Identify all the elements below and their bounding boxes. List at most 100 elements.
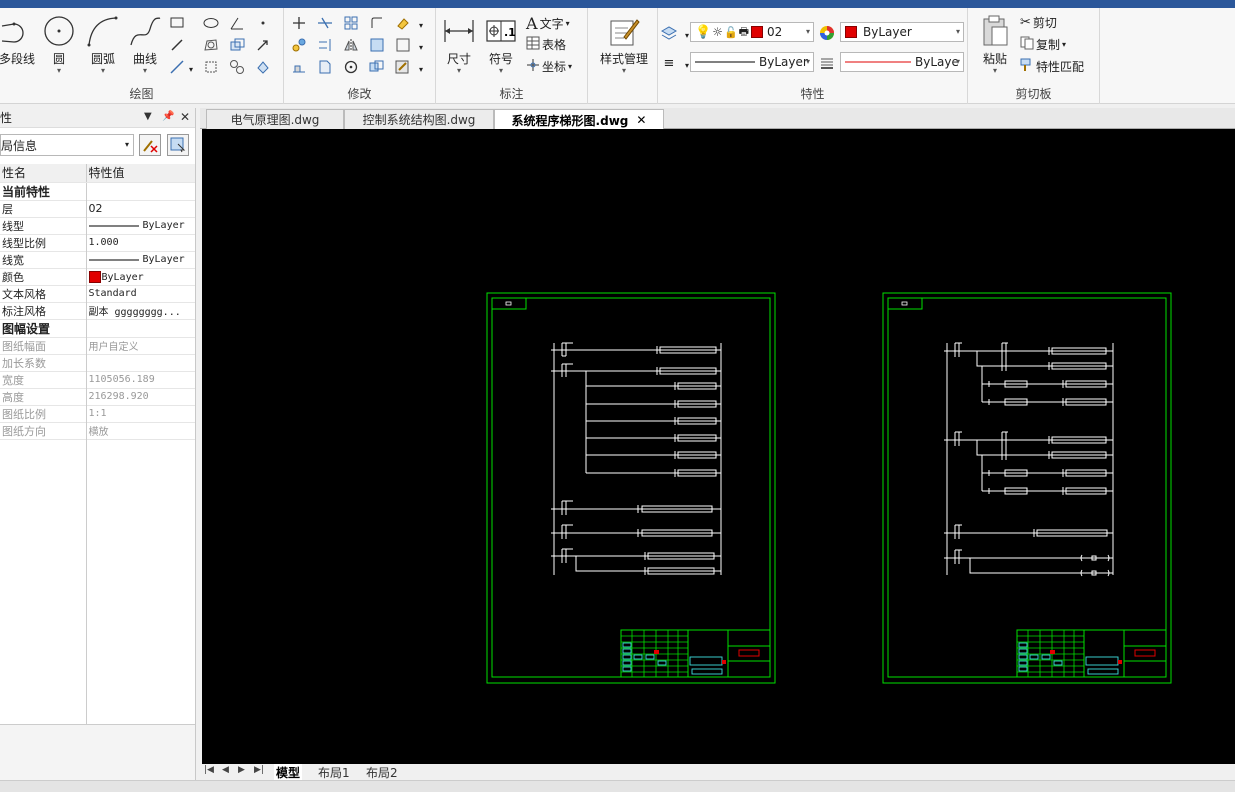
polyline-button[interactable]: 多段线 bbox=[0, 14, 40, 67]
color-combo[interactable]: ByLayer ▾ bbox=[840, 22, 964, 42]
chevron-down-icon[interactable]: ▾ bbox=[412, 60, 430, 78]
property-row[interactable]: 线型 ByLayer bbox=[0, 217, 195, 235]
move-icon[interactable] bbox=[290, 14, 308, 32]
curve-button[interactable]: 曲线 ▾ bbox=[122, 14, 168, 75]
property-row[interactable]: 层 02 bbox=[0, 200, 195, 218]
cut-button[interactable]: ✂ 剪切 bbox=[1020, 14, 1057, 31]
color-wheel-icon[interactable] bbox=[818, 24, 836, 42]
copy-object-icon[interactable] bbox=[290, 36, 308, 54]
dimension-button[interactable]: 尺寸 ▾ bbox=[436, 14, 482, 75]
angle-icon[interactable] bbox=[228, 14, 246, 32]
eraser-icon[interactable] bbox=[394, 14, 412, 32]
symbol-button[interactable]: .1 符号 ▾ bbox=[478, 14, 524, 75]
lineweight-combo[interactable]: ByLaye ▾ bbox=[840, 52, 964, 72]
property-value[interactable]: 1.000 bbox=[86, 234, 195, 252]
chevron-down-icon[interactable]: ▾ bbox=[478, 67, 524, 75]
property-value[interactable]: 02 bbox=[86, 200, 195, 218]
chevron-down-icon[interactable]: ▾ bbox=[412, 38, 430, 56]
point-icon[interactable] bbox=[254, 14, 272, 32]
property-value[interactable]: 副本 gggggggg... bbox=[86, 302, 195, 320]
property-row[interactable]: 线型比例 1.000 bbox=[0, 234, 195, 252]
circle-button[interactable]: 圆 ▾ bbox=[36, 14, 82, 75]
arc-button[interactable]: 圆弧 ▾ bbox=[80, 14, 126, 75]
hatch-icon[interactable] bbox=[202, 58, 220, 76]
chevron-down-icon[interactable]: ▾ bbox=[972, 67, 1018, 75]
explode-icon[interactable] bbox=[316, 58, 334, 76]
clear-selection-button[interactable] bbox=[139, 134, 161, 156]
property-row[interactable]: 文本风格 Standard bbox=[0, 285, 195, 303]
chevron-down-icon[interactable]: ▾ bbox=[80, 67, 126, 75]
copy-button[interactable]: 复制 ▾ bbox=[1020, 36, 1066, 53]
rotate-icon[interactable] bbox=[342, 58, 360, 76]
mirror-icon[interactable] bbox=[342, 36, 360, 54]
extend-icon[interactable] bbox=[316, 36, 334, 54]
region-icon[interactable] bbox=[202, 36, 220, 54]
previous-layout-icon[interactable]: ◀ bbox=[222, 765, 229, 775]
stretch-icon[interactable] bbox=[290, 58, 308, 76]
pointer-icon[interactable] bbox=[254, 36, 272, 54]
tab-layout1[interactable]: 布局1 bbox=[318, 764, 350, 781]
close-tab-icon[interactable]: ✕ bbox=[636, 113, 646, 127]
property-row[interactable]: 高度 216298.920 bbox=[0, 388, 195, 406]
tab-layout2[interactable]: 布局2 bbox=[366, 764, 398, 781]
close-icon[interactable]: ✕ bbox=[180, 110, 190, 124]
chevron-down-icon[interactable]: ▾ bbox=[436, 67, 482, 75]
scale-icon[interactable] bbox=[368, 36, 386, 54]
chevron-down-icon[interactable]: ▾ bbox=[122, 67, 168, 75]
coordinate-button[interactable]: 坐标 ▾ bbox=[526, 58, 572, 75]
property-value[interactable]: ByLayer bbox=[86, 268, 195, 286]
property-row[interactable]: 图纸幅面 用户自定义 bbox=[0, 337, 195, 355]
property-value-text: 1.000 bbox=[88, 237, 119, 248]
table-button[interactable]: 表格 bbox=[526, 36, 566, 53]
tab-electrical-schematic[interactable]: 电气原理图.dwg bbox=[206, 109, 344, 129]
tab-control-structure[interactable]: 控制系统结构图.dwg bbox=[344, 109, 494, 129]
lineweight-icon[interactable] bbox=[818, 54, 836, 72]
boundary-icon[interactable] bbox=[228, 58, 246, 76]
property-value[interactable]: Standard bbox=[86, 285, 195, 303]
property-row[interactable]: 线宽 ByLayer bbox=[0, 251, 195, 269]
last-layout-icon[interactable]: ▶| bbox=[254, 765, 264, 775]
property-row[interactable]: 标注风格 副本 gggggggg... bbox=[0, 302, 195, 320]
edit-pattern-icon[interactable] bbox=[394, 58, 412, 76]
chevron-down-icon[interactable]: ▾ bbox=[412, 16, 430, 34]
tab-model[interactable]: 模型 bbox=[274, 764, 303, 781]
paste-button[interactable]: 粘贴 ▾ bbox=[972, 14, 1018, 75]
pin-icon[interactable]: 📌 bbox=[162, 111, 174, 122]
array-icon[interactable] bbox=[342, 14, 360, 32]
chevron-down-icon[interactable]: ▾ bbox=[594, 67, 654, 75]
linetype-combo[interactable]: ByLayer ▾ bbox=[690, 52, 814, 72]
tab-ladder-diagram[interactable]: 系统程序梯形图.dwg ✕ bbox=[494, 109, 664, 130]
property-value-text: 1:1 bbox=[88, 408, 107, 419]
chevron-down-icon[interactable]: ▾ bbox=[182, 60, 200, 78]
first-layout-icon[interactable]: |◀ bbox=[204, 765, 214, 775]
chevron-down-icon[interactable]: ▾ bbox=[36, 67, 82, 75]
object-selector[interactable]: 局信息 ▾ bbox=[0, 134, 134, 156]
block-icon[interactable] bbox=[228, 36, 246, 54]
match-properties-button[interactable]: 特性匹配 bbox=[1020, 58, 1084, 75]
fillet-icon[interactable] bbox=[368, 14, 386, 32]
ellipse-icon[interactable] bbox=[202, 14, 220, 32]
property-row[interactable]: 图纸方向 横放 bbox=[0, 422, 195, 440]
chevron-down-icon[interactable]: ▼ bbox=[144, 111, 152, 122]
layer-combo[interactable]: 💡 ☼ 🔓 🖶 02 ▾ bbox=[690, 22, 814, 42]
property-value[interactable]: ByLayer bbox=[86, 217, 195, 235]
style-manager-button[interactable]: 样式管理 ▾ bbox=[594, 14, 654, 75]
property-row[interactable]: 宽度 1105056.189 bbox=[0, 371, 195, 389]
text-button[interactable]: A 文字 ▾ bbox=[526, 14, 570, 33]
fill-icon[interactable] bbox=[254, 58, 272, 76]
property-row[interactable]: 加长系数 bbox=[0, 354, 195, 372]
select-objects-button[interactable] bbox=[167, 134, 189, 156]
layer-manager-icon[interactable] bbox=[660, 24, 678, 42]
offset-icon[interactable] bbox=[394, 36, 412, 54]
coordinate-label: 坐标 bbox=[542, 60, 567, 74]
line-style-icon[interactable]: ≡ bbox=[660, 54, 678, 72]
next-layout-icon[interactable]: ▶ bbox=[238, 765, 245, 775]
trim-icon[interactable] bbox=[316, 14, 334, 32]
join-icon[interactable] bbox=[368, 58, 386, 76]
property-value[interactable]: ByLayer bbox=[86, 251, 195, 269]
rectangle-icon[interactable] bbox=[168, 14, 186, 32]
property-row[interactable]: 图纸比例 1:1 bbox=[0, 405, 195, 423]
line-icon[interactable] bbox=[168, 36, 186, 54]
property-row[interactable]: 颜色 ByLayer bbox=[0, 268, 195, 286]
drawing-canvas[interactable] bbox=[202, 129, 1235, 764]
